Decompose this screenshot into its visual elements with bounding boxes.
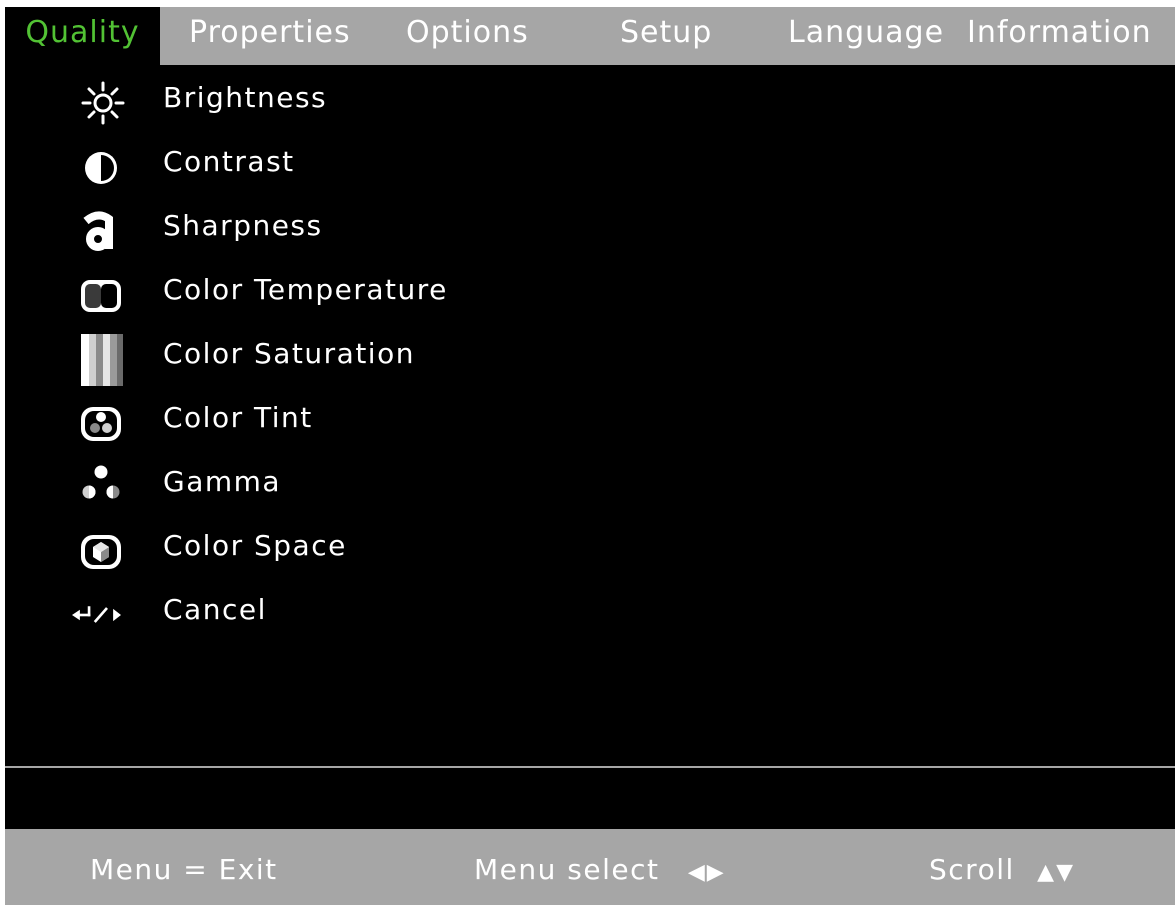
brightness-sun-icon (65, 73, 135, 133)
menu-item-cancel[interactable]: Cancel (5, 585, 625, 645)
osd-menu-window: Quality Properties Options Setup Languag… (5, 7, 1175, 905)
menu-item-label: Sharpness (163, 209, 323, 242)
divider-line (5, 766, 1175, 768)
menu-item-label: Color Saturation (163, 337, 415, 370)
scroll-hint: Scroll ▲▼ (929, 829, 1075, 905)
color-temperature-screen-icon (65, 265, 135, 325)
menu-item-contrast[interactable]: Contrast (5, 137, 625, 197)
menu-item-brightness[interactable]: Brightness (5, 73, 625, 133)
left-right-arrows-icon: ◀▶ (687, 860, 726, 885)
tab-quality[interactable]: Quality (5, 7, 160, 65)
menu-item-color-temperature[interactable]: Color Temperature (5, 265, 625, 325)
status-bar: Menu = Exit Menu select ◀▶ Scroll ▲▼ (5, 829, 1175, 905)
gamma-dots-icon (65, 457, 135, 517)
contrast-half-circle-icon (65, 137, 135, 197)
menu-item-label: Brightness (163, 81, 328, 114)
menu-item-sharpness[interactable]: Sharpness (5, 201, 625, 261)
menu-item-gamma[interactable]: Gamma (5, 457, 625, 517)
sharpness-letter-a-icon (65, 201, 135, 261)
tab-language[interactable]: Language (788, 7, 944, 65)
menu-item-label: Color Temperature (163, 273, 448, 306)
tab-information[interactable]: Information (967, 7, 1152, 65)
up-down-arrows-icon: ▲▼ (1037, 860, 1076, 885)
menu-item-color-saturation[interactable]: Color Saturation (5, 329, 625, 389)
tab-options[interactable]: Options (406, 7, 529, 65)
menu-item-label: Contrast (163, 145, 295, 178)
menu-item-label: Cancel (163, 593, 267, 626)
tab-properties[interactable]: Properties (189, 7, 351, 65)
tab-setup[interactable]: Setup (620, 7, 712, 65)
menu-select-hint-label: Menu select (474, 853, 660, 886)
exit-hint: Menu = Exit (90, 853, 278, 886)
color-saturation-bars-icon (65, 329, 135, 389)
menu-item-color-space[interactable]: Color Space (5, 521, 625, 581)
menu-item-label: Gamma (163, 465, 282, 498)
menu-item-label: Color Tint (163, 401, 313, 434)
color-space-cube-icon (65, 521, 135, 581)
color-tint-circles-icon (65, 393, 135, 453)
menu-select-hint: Menu select ◀▶ (474, 829, 726, 905)
menu-item-label: Color Space (163, 529, 347, 562)
enter-slash-right-icon (65, 585, 135, 645)
tab-bar: Quality Properties Options Setup Languag… (5, 7, 1175, 65)
scroll-hint-label: Scroll (929, 853, 1015, 886)
menu-item-color-tint[interactable]: Color Tint (5, 393, 625, 453)
